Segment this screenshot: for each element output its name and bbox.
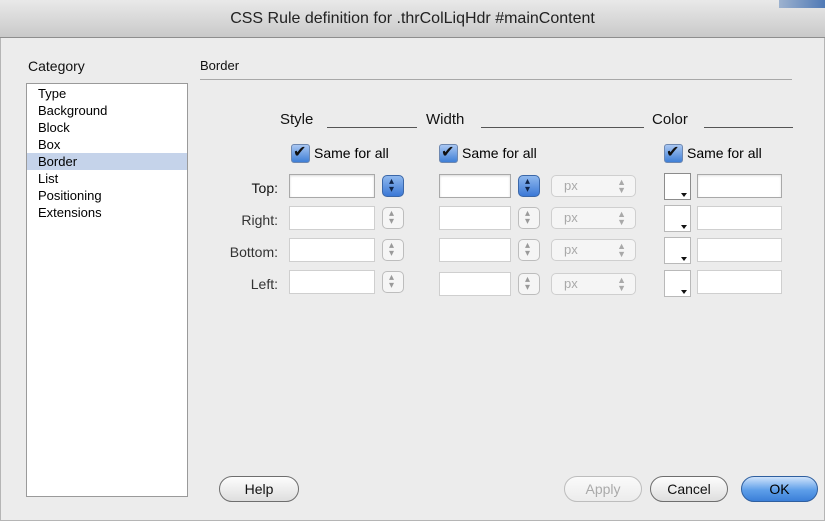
- window-corner-accent: [779, 0, 825, 8]
- color-same-for-all-label: Same for all: [687, 145, 762, 161]
- right-style-input[interactable]: [289, 206, 375, 230]
- category-item-extensions[interactable]: Extensions: [27, 204, 187, 221]
- select-arrows-icon: ▲ ▼: [617, 177, 626, 195]
- width-column-heading: Width: [426, 111, 465, 128]
- width-same-for-all-checkbox[interactable]: Same for all: [439, 142, 537, 163]
- checkbox-checked-icon[interactable]: [439, 142, 458, 163]
- panel-title: Border: [200, 58, 240, 73]
- right-unit-value: px: [564, 210, 578, 225]
- bottom-width-stepper[interactable]: [518, 239, 540, 261]
- css-rule-dialog: CSS Rule definition for .thrColLiqHdr #m…: [0, 0, 825, 521]
- left-style-input[interactable]: [289, 270, 375, 294]
- category-item-list[interactable]: List: [27, 170, 187, 187]
- category-item-background[interactable]: Background: [27, 102, 187, 119]
- color-heading-rule: [704, 127, 793, 128]
- left-unit-value: px: [564, 276, 578, 291]
- top-unit-value: px: [564, 178, 578, 193]
- category-item-positioning[interactable]: Positioning: [27, 187, 187, 204]
- left-row-label: Left:: [250, 276, 278, 292]
- checkbox-checked-icon[interactable]: [291, 142, 310, 163]
- width-same-for-all-label: Same for all: [462, 145, 537, 161]
- top-width-input[interactable]: [439, 174, 511, 198]
- bottom-unit-value: px: [564, 242, 578, 257]
- category-item-block[interactable]: Block: [27, 119, 187, 136]
- select-arrows-icon: ▲ ▼: [617, 209, 626, 227]
- select-arrows-icon: ▲ ▼: [617, 275, 626, 293]
- left-style-stepper[interactable]: [382, 271, 404, 293]
- ok-button[interactable]: OK: [741, 476, 818, 502]
- style-same-for-all-checkbox[interactable]: Same for all: [291, 142, 389, 163]
- left-color-swatch[interactable]: [664, 270, 691, 297]
- left-width-stepper[interactable]: [518, 273, 540, 295]
- left-unit-select[interactable]: px ▲ ▼: [551, 273, 636, 295]
- bottom-color-input[interactable]: [697, 238, 782, 262]
- help-button[interactable]: Help: [219, 476, 299, 502]
- top-unit-select[interactable]: px ▲ ▼: [551, 175, 636, 197]
- left-width-input[interactable]: [439, 272, 511, 296]
- bottom-color-swatch[interactable]: [664, 237, 691, 264]
- top-width-stepper[interactable]: [518, 175, 540, 197]
- right-unit-select[interactable]: px ▲ ▼: [551, 207, 636, 229]
- width-heading-rule: [481, 127, 644, 128]
- panel-divider: [200, 79, 792, 80]
- checkbox-checked-icon[interactable]: [664, 142, 683, 163]
- top-style-input[interactable]: [289, 174, 375, 198]
- bottom-unit-select[interactable]: px ▲ ▼: [551, 239, 636, 261]
- style-heading-rule: [327, 127, 417, 128]
- bottom-row-label: Bottom:: [229, 244, 278, 260]
- category-label: Category: [28, 58, 85, 74]
- color-column-heading: Color: [652, 111, 688, 128]
- left-color-input[interactable]: [697, 270, 782, 294]
- right-style-stepper[interactable]: [382, 207, 404, 229]
- category-item-type[interactable]: Type: [27, 85, 187, 102]
- right-width-input[interactable]: [439, 206, 511, 230]
- cancel-button[interactable]: Cancel: [650, 476, 728, 502]
- color-same-for-all-checkbox[interactable]: Same for all: [664, 142, 762, 163]
- style-column-heading: Style: [280, 111, 314, 128]
- bottom-style-stepper[interactable]: [382, 239, 404, 261]
- right-row-label: Right:: [241, 212, 278, 228]
- bottom-style-input[interactable]: [289, 238, 375, 262]
- bottom-width-input[interactable]: [439, 238, 511, 262]
- apply-button[interactable]: Apply: [564, 476, 642, 502]
- top-color-swatch[interactable]: [664, 173, 691, 200]
- top-color-input[interactable]: [697, 174, 782, 198]
- category-item-border[interactable]: Border: [27, 153, 187, 170]
- category-item-box[interactable]: Box: [27, 136, 187, 153]
- right-color-input[interactable]: [697, 206, 782, 230]
- style-same-for-all-label: Same for all: [314, 145, 389, 161]
- top-style-stepper[interactable]: [382, 175, 404, 197]
- top-row-label: Top:: [251, 180, 278, 196]
- right-color-swatch[interactable]: [664, 205, 691, 232]
- right-width-stepper[interactable]: [518, 207, 540, 229]
- category-list[interactable]: Type Background Block Box Border List Po…: [26, 83, 188, 497]
- window-title: CSS Rule definition for .thrColLiqHdr #m…: [0, 0, 825, 38]
- select-arrows-icon: ▲ ▼: [617, 241, 626, 259]
